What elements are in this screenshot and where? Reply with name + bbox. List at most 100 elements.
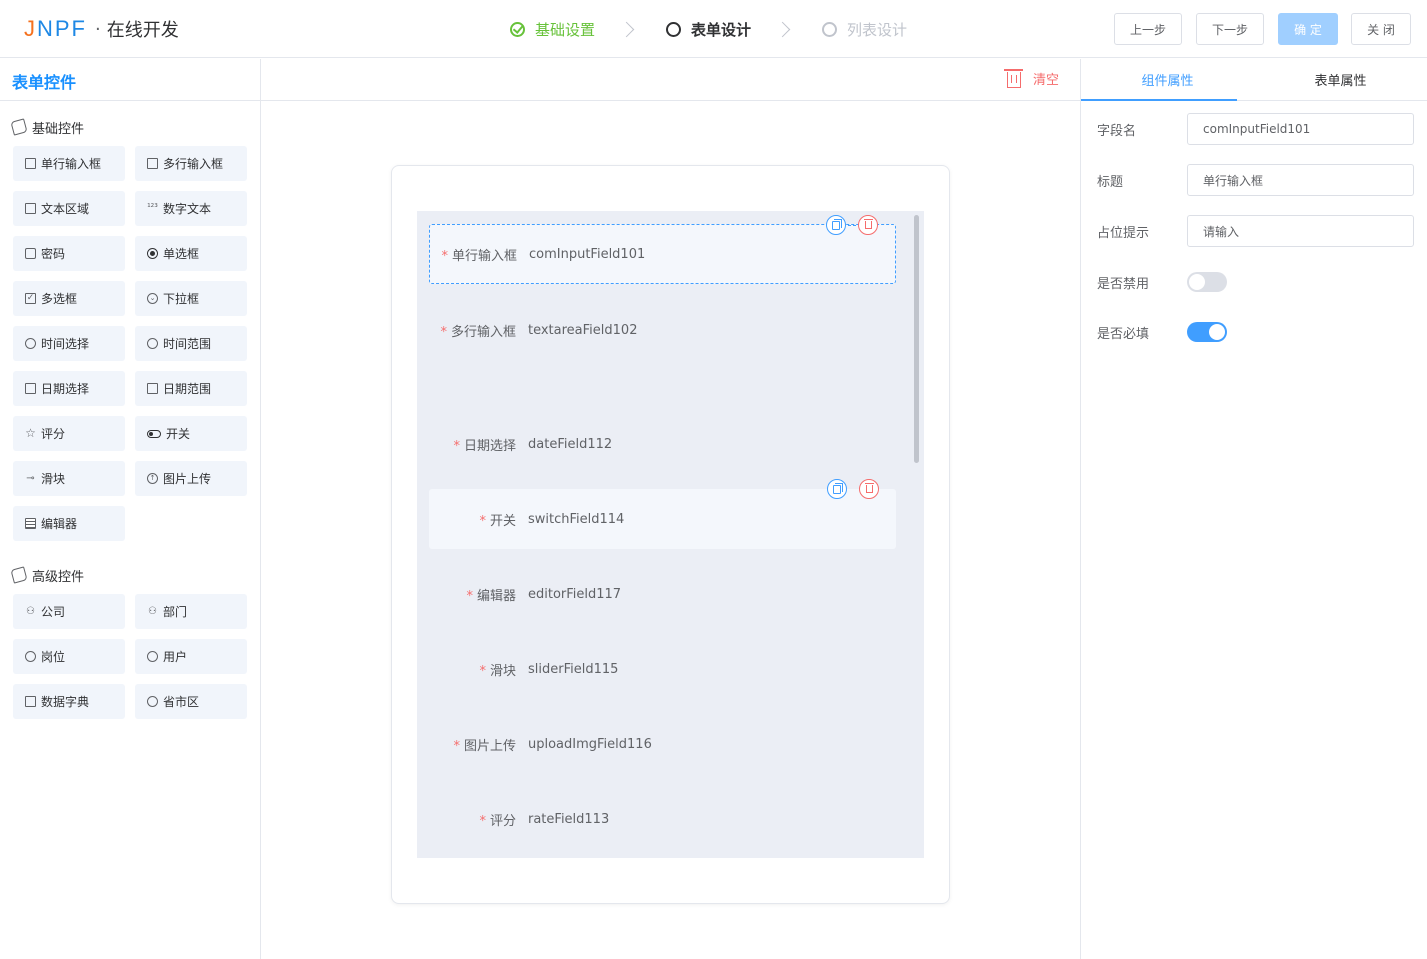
form-field-date[interactable]: * 日期选择 dateField112 [429, 414, 896, 474]
field-name-input[interactable]: comInputField101 [1187, 113, 1414, 145]
control-position[interactable]: 岗位 [13, 639, 125, 674]
control-checkbox[interactable]: ✓ 多选框 [13, 281, 125, 316]
control-label: 数字文本 [163, 202, 212, 216]
control-department[interactable]: ⚇ 部门 [135, 594, 247, 629]
control-label: 下拉框 [163, 292, 200, 306]
required-switch[interactable] [1187, 322, 1227, 342]
control-select[interactable]: ⌄ 下拉框 [135, 281, 247, 316]
field-label: * 编辑器 [466, 588, 516, 604]
circle-icon [822, 21, 838, 37]
company-icon: ⚇ [26, 606, 35, 617]
calendar-range-icon [147, 383, 158, 394]
control-label: 部门 [163, 605, 188, 619]
control-password[interactable]: 密码 [13, 236, 125, 271]
control-time-range[interactable]: 时间范围 [135, 326, 247, 361]
form-field-upload[interactable]: * 图片上传 uploadImgField116 [429, 714, 896, 774]
field-value: rateField113 [528, 811, 610, 827]
prop-title: 标题 单行输入框 [1097, 164, 1414, 196]
properties-panel: 组件属性 表单属性 字段名 comInputField101 标题 单行输入框 … [1080, 59, 1427, 959]
scrollbar[interactable] [914, 215, 919, 463]
prop-required: 是否必填 [1097, 316, 1227, 348]
control-label: 滑块 [41, 472, 66, 486]
control-text-area[interactable]: 文本区域 [13, 191, 125, 226]
control-rate[interactable]: ☆ 评分 [13, 416, 125, 451]
prop-label: 标题 [1097, 174, 1124, 190]
tab-form-properties[interactable]: 表单属性 [1254, 59, 1427, 100]
form-field-slider[interactable]: * 滑块 sliderField115 [429, 639, 896, 699]
copy-icon[interactable] [826, 215, 846, 235]
step-basic-settings[interactable]: 基础设置 [510, 19, 595, 40]
control-date-range[interactable]: 日期范围 [135, 371, 247, 406]
next-step-button[interactable]: 下一步 [1196, 13, 1264, 45]
control-label: 日期选择 [41, 382, 90, 396]
form-field-switch[interactable]: * 开关 switchField114 [429, 479, 896, 549]
puzzle-icon [10, 118, 28, 136]
placeholder-input[interactable]: 请输入 [1187, 215, 1414, 247]
lock-icon [25, 248, 36, 259]
control-switch[interactable]: 开关 [135, 416, 247, 451]
form-field-editor[interactable]: * 编辑器 editorField117 [429, 564, 896, 624]
control-company[interactable]: ⚇ 公司 [13, 594, 125, 629]
switch-icon [147, 429, 161, 438]
confirm-button[interactable]: 确 定 [1278, 13, 1338, 45]
app-subtitle: 在线开发 [106, 20, 179, 41]
select-icon: ⌄ [147, 293, 158, 304]
user-icon [147, 651, 158, 662]
tab-component-properties[interactable]: 组件属性 [1081, 59, 1254, 100]
control-number[interactable]: ¹²³ 数字文本 [135, 191, 247, 226]
close-button[interactable]: 关 闭 [1351, 13, 1411, 45]
prop-disabled: 是否禁用 [1097, 266, 1227, 298]
control-dictionary[interactable]: 数据字典 [13, 684, 125, 719]
chevron-right-icon [618, 21, 635, 37]
delete-icon[interactable] [859, 479, 879, 499]
step-form-design[interactable]: 表单设计 [666, 19, 751, 40]
control-user[interactable]: 用户 [135, 639, 247, 674]
form-drop-area[interactable]: * 单行输入框 comInputField101 * 多行输入框 textareaF… [417, 211, 924, 858]
prev-step-button[interactable]: 上一步 [1114, 13, 1182, 45]
control-radio[interactable]: 单选框 [135, 236, 247, 271]
editor-icon [25, 518, 36, 529]
control-time[interactable]: 时间选择 [13, 326, 125, 361]
field-value: sliderField115 [528, 661, 619, 677]
copy-icon[interactable] [827, 479, 847, 499]
control-label: 省市区 [163, 695, 200, 709]
controls-panel: 表单控件 基础控件 单行输入框 多行输入框 文本区域 ¹²³ 数字文本 密码 单选… [0, 59, 261, 959]
control-label: 用户 [163, 650, 188, 664]
chevron-right-icon [774, 21, 791, 37]
control-date[interactable]: 日期选择 [13, 371, 125, 406]
star-icon: ☆ [25, 426, 36, 440]
control-textarea[interactable]: 多行输入框 [135, 146, 247, 181]
check-circle-icon [510, 21, 525, 37]
advanced-controls-grid: ⚇ 公司 ⚇ 部门 岗位 用户 数据字典 省市区 [0, 594, 260, 719]
prop-label: 字段名 [1097, 123, 1137, 139]
step-list-design[interactable]: 列表设计 [822, 19, 907, 40]
control-label: 单选框 [163, 247, 200, 261]
step-label: 表单设计 [691, 20, 752, 39]
field-label: * 开关 [479, 513, 516, 529]
form-field-input[interactable]: * 单行输入框 comInputField101 [429, 215, 896, 284]
prop-label: 占位提示 [1097, 225, 1150, 241]
prop-field-name: 字段名 comInputField101 [1097, 113, 1414, 145]
logo: JNPF · 在线开发 [24, 16, 179, 42]
control-label: 公司 [41, 605, 66, 619]
control-editor[interactable]: 编辑器 [13, 506, 125, 541]
control-region[interactable]: 省市区 [135, 684, 247, 719]
control-label: 时间选择 [41, 337, 90, 351]
tab-indicator [1081, 99, 1237, 101]
field-value: textareaField102 [528, 322, 638, 338]
form-field-rate[interactable]: * 评分 rateField113 [429, 789, 896, 849]
control-input[interactable]: 单行输入框 [13, 146, 125, 181]
disabled-switch[interactable] [1187, 272, 1227, 292]
control-slider[interactable]: ⊸ 滑块 [13, 461, 125, 496]
form-field-textarea[interactable]: * 多行输入框 textareaField102 [429, 300, 896, 360]
region-icon [147, 696, 158, 707]
action-connector [848, 225, 856, 226]
field-label: * 多行输入框 [440, 324, 516, 340]
group-label: 基础控件 [32, 121, 85, 137]
delete-icon[interactable] [858, 215, 878, 235]
checkbox-icon: ✓ [25, 293, 36, 304]
clock-icon [25, 338, 36, 349]
clear-button[interactable]: 清空 [1004, 69, 1059, 88]
control-upload[interactable]: ↑ 图片上传 [135, 461, 247, 496]
title-input[interactable]: 单行输入框 [1187, 164, 1414, 196]
